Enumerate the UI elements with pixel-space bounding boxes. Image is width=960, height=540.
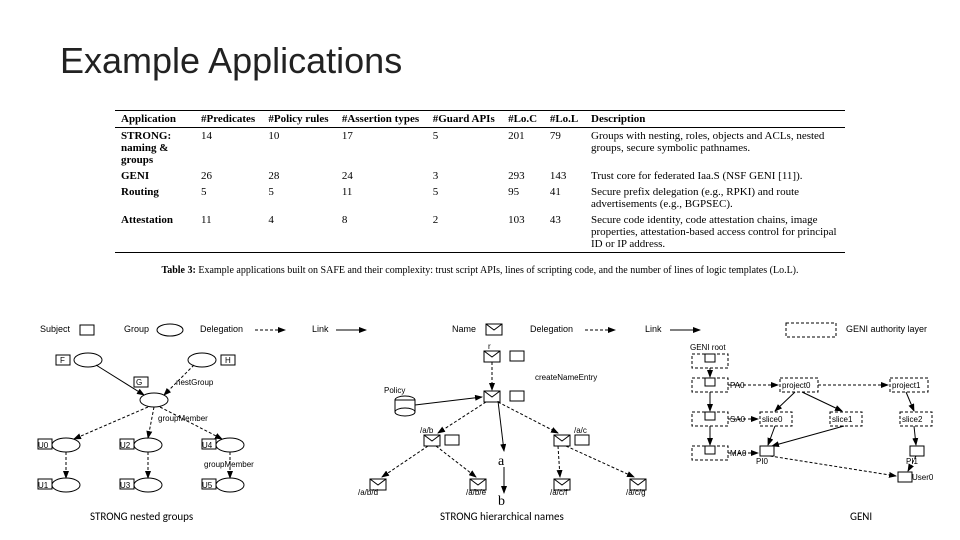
fig-left-caption: STRONG nested groups: [90, 510, 193, 523]
applications-table: Application#Predicates#Policy rules#Asse…: [115, 110, 845, 276]
legend-name: Name: [452, 324, 476, 334]
svg-text:/a/c/g: /a/c/g: [626, 488, 646, 497]
svg-text:U1: U1: [38, 481, 49, 490]
col-header: #Lo.L: [544, 111, 585, 128]
auth-icon: [786, 323, 836, 337]
table-row: STRONG: naming & groups141017520179Group…: [115, 128, 845, 169]
svg-text:/a/c: /a/c: [574, 426, 587, 435]
svg-text:U0: U0: [38, 441, 49, 450]
col-header: #Policy rules: [262, 111, 335, 128]
svg-text:r: r: [488, 342, 491, 351]
col-header: #Assertion types: [336, 111, 427, 128]
svg-text:PA0: PA0: [730, 381, 745, 390]
svg-text:slice1: slice1: [832, 415, 853, 424]
svg-text:GENI root: GENI root: [690, 343, 726, 352]
legend-delegation: Delegation: [200, 324, 243, 334]
geni-diagram: GENI root PA0 project0 project1 SA0 slic…: [660, 342, 960, 522]
svg-text:PI1: PI1: [906, 457, 919, 466]
strong-nested-groups-diagram: F H G nestGroup groupMember U0 U2 U4 gro…: [36, 345, 336, 525]
svg-text:groupMember: groupMember: [204, 460, 254, 469]
col-header: #Lo.C: [502, 111, 544, 128]
svg-text:nestGroup: nestGroup: [176, 378, 214, 387]
svg-text:PI0: PI0: [756, 457, 769, 466]
group-icon: [157, 324, 183, 336]
fig-mid-caption: STRONG hierarchical names: [440, 510, 564, 523]
slide-title: Example Applications: [60, 40, 402, 82]
svg-text:H: H: [225, 356, 231, 365]
table-row: Attestation1148210343Secure code identit…: [115, 212, 845, 253]
legend-group: Group: [124, 324, 149, 334]
svg-text:/a/b/e: /a/b/e: [466, 488, 487, 497]
svg-text:/a/c/f: /a/c/f: [550, 488, 568, 497]
svg-text:U5: U5: [202, 481, 213, 490]
svg-text:project0: project0: [782, 381, 811, 390]
svg-text:b: b: [498, 494, 505, 509]
subject-icon: [80, 325, 94, 335]
svg-text:/a/b/d: /a/b/d: [358, 488, 378, 497]
svg-text:/a/b: /a/b: [420, 426, 434, 435]
col-header: Application: [115, 111, 195, 128]
legend-link-r: Link: [645, 324, 662, 334]
table-row: GENI2628243293143Trust core for federate…: [115, 168, 845, 184]
col-header: Description: [585, 111, 845, 128]
svg-text:U2: U2: [120, 441, 131, 450]
strong-hierarchical-names-diagram: r createNameEntry Policy /a/b /a/c /a/b/…: [320, 345, 670, 525]
col-header: #Predicates: [195, 111, 262, 128]
envelope-icon: [486, 324, 502, 335]
svg-text:G: G: [136, 378, 142, 387]
legend-auth: GENI authority layer: [846, 324, 927, 334]
svg-text:project1: project1: [892, 381, 921, 390]
table-caption: Table 3: Example applications built on S…: [115, 265, 845, 276]
svg-text:F: F: [60, 356, 65, 365]
svg-text:slice0: slice0: [762, 415, 783, 424]
legend-link-l: Link: [312, 324, 329, 334]
svg-text:Policy: Policy: [384, 386, 405, 395]
table-row: Routing551159541Secure prefix delegation…: [115, 184, 845, 212]
legend-subject: Subject: [40, 324, 71, 334]
svg-text:slice2: slice2: [902, 415, 923, 424]
svg-text:createNameEntry: createNameEntry: [535, 373, 597, 382]
col-header: #Guard APIs: [427, 111, 502, 128]
svg-text:User0: User0: [912, 473, 934, 482]
legend-delegation-r: Delegation: [530, 324, 573, 334]
svg-text:a: a: [498, 454, 505, 469]
svg-text:U3: U3: [120, 481, 131, 490]
fig-right-caption: GENI: [850, 510, 872, 523]
policy-icon: [395, 396, 415, 416]
svg-text:U4: U4: [202, 441, 213, 450]
legend-row: Subject Group Delegation Link Name Deleg…: [40, 322, 940, 344]
